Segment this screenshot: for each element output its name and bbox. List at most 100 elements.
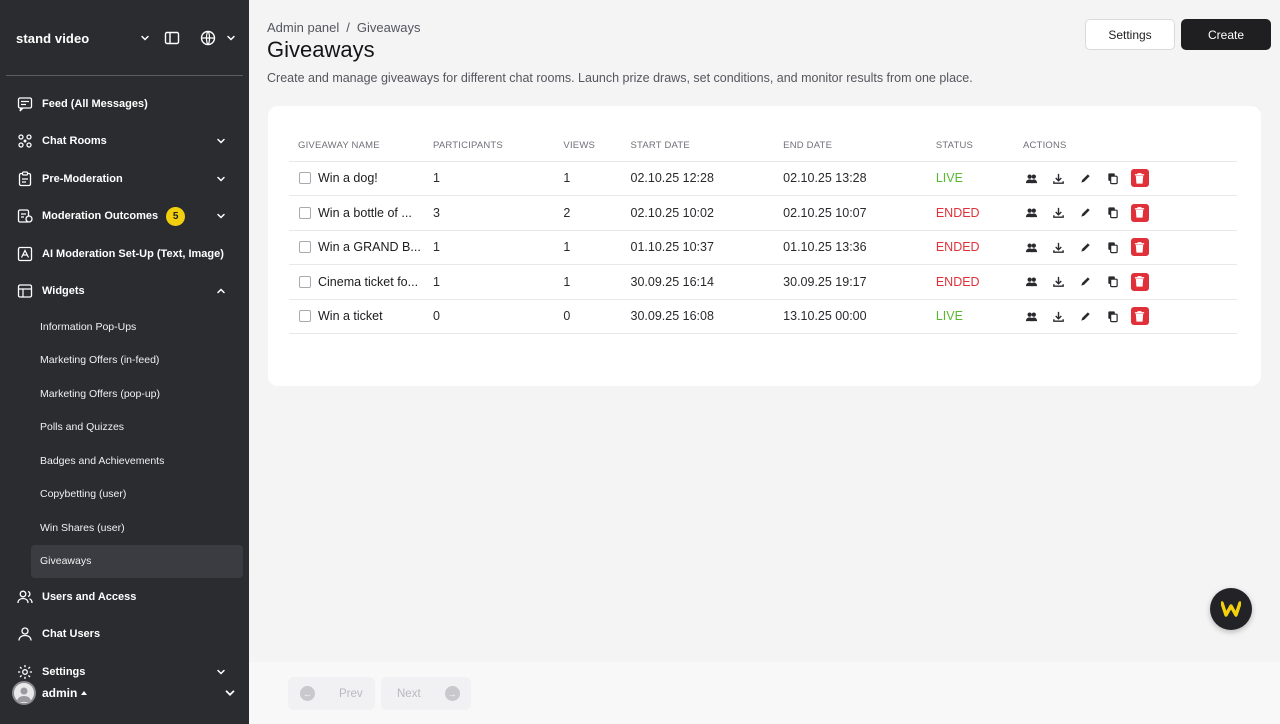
- sidebar-subitem-information-popups[interactable]: Information Pop-Ups: [0, 310, 249, 344]
- sidebar-item-chat-rooms[interactable]: Chat Rooms: [0, 123, 249, 161]
- workspace-chevron-icon[interactable]: [139, 32, 151, 44]
- participants-icon[interactable]: [1023, 273, 1041, 291]
- duplicate-icon[interactable]: [1104, 307, 1122, 325]
- delete-icon[interactable]: [1130, 307, 1149, 326]
- cell-giveaway-name: Cinema ticket fo...: [289, 264, 424, 300]
- table-row[interactable]: Win a GRAND B... 1 1 01.10.25 10:37 01.10.25…: [289, 230, 1237, 265]
- giveaway-name[interactable]: Win a GRAND B...: [318, 240, 421, 254]
- row-checkbox[interactable]: [299, 310, 311, 323]
- sidebar-item-label: Chat Rooms: [42, 135, 107, 148]
- column-header-views[interactable]: VIEWS: [554, 131, 622, 162]
- edit-icon[interactable]: [1077, 204, 1095, 222]
- sidebar-nav: Feed (All Messages) Chat Rooms Pre-Moder…: [0, 85, 249, 691]
- participants-icon[interactable]: [1023, 238, 1041, 256]
- sidebar-subitem-giveaways[interactable]: Giveaways: [31, 544, 243, 578]
- breadcrumb-link-admin-panel[interactable]: Admin panel: [267, 20, 339, 35]
- edit-icon[interactable]: [1077, 169, 1095, 187]
- chat-widget-launcher[interactable]: [1210, 588, 1252, 630]
- sidebar-subitem-win-shares[interactable]: Win Shares (user): [0, 511, 249, 545]
- column-header-name[interactable]: GIVEAWAY NAME: [289, 131, 424, 162]
- prev-page-button[interactable]: ← Prev: [288, 677, 375, 710]
- sidebar-item-widgets[interactable]: Widgets: [0, 273, 249, 311]
- cell-end-date: 30.09.25 19:17: [774, 264, 927, 300]
- row-checkbox[interactable]: [299, 241, 311, 254]
- table-row[interactable]: Win a dog! 1 1 02.10.25 12:28 02.10.25 13:28…: [289, 161, 1237, 196]
- sidebar-item-chat-users[interactable]: Chat Users: [0, 616, 249, 654]
- outcomes-icon: [16, 207, 34, 225]
- edit-icon[interactable]: [1077, 238, 1095, 256]
- sidebar-item-feed[interactable]: Feed (All Messages): [0, 85, 249, 123]
- edit-icon[interactable]: [1077, 273, 1095, 291]
- breadcrumb-current: Giveaways: [356, 20, 421, 35]
- column-header-participants[interactable]: PARTICIPANTS: [424, 131, 555, 162]
- column-header-start-date[interactable]: START DATE: [621, 131, 775, 162]
- chevron-down-icon: [215, 173, 227, 185]
- sidebar-item-ai-moderation[interactable]: AI Moderation Set-Up (Text, Image): [0, 235, 249, 273]
- cell-actions: [1013, 230, 1237, 265]
- sidebar-subitem-label: Copybetting (user): [40, 488, 127, 501]
- download-icon[interactable]: [1050, 204, 1068, 222]
- sidebar-divider: [6, 75, 243, 76]
- giveaway-name[interactable]: Win a ticket: [318, 309, 383, 323]
- download-icon[interactable]: [1050, 307, 1068, 325]
- user-name: admin: [42, 686, 78, 700]
- participants-icon[interactable]: [1023, 307, 1041, 325]
- duplicate-icon[interactable]: [1104, 273, 1122, 291]
- cell-start-date: 01.10.25 10:37: [621, 230, 775, 265]
- sidebar-subitem-label: Marketing Offers (in-feed): [40, 354, 160, 367]
- table-row[interactable]: Win a ticket 0 0 30.09.25 16:08 13.10.25 00:…: [289, 299, 1237, 334]
- sidebar-subitem-copybetting[interactable]: Copybetting (user): [0, 478, 249, 512]
- cell-giveaway-name: Win a bottle of ...: [289, 195, 424, 231]
- user-menu[interactable]: admin: [12, 681, 237, 705]
- sidebar-item-label: Moderation Outcomes: [42, 210, 159, 223]
- participants-icon[interactable]: [1023, 204, 1041, 222]
- giveaway-name[interactable]: Cinema ticket fo...: [318, 275, 418, 289]
- download-icon[interactable]: [1050, 169, 1068, 187]
- duplicate-icon[interactable]: [1104, 238, 1122, 256]
- sidebar-item-pre-moderation[interactable]: Pre-Moderation: [0, 160, 249, 198]
- cell-views: 1: [554, 161, 622, 196]
- giveaway-name[interactable]: Win a bottle of ...: [318, 206, 412, 220]
- column-header-status[interactable]: STATUS: [926, 131, 1014, 162]
- column-header-end-date[interactable]: END DATE: [774, 131, 927, 162]
- row-checkbox[interactable]: [299, 275, 311, 288]
- chevron-up-icon: [215, 285, 227, 297]
- delete-icon[interactable]: [1130, 203, 1149, 222]
- globe-icon[interactable]: [199, 29, 217, 47]
- duplicate-icon[interactable]: [1104, 204, 1122, 222]
- giveaway-name[interactable]: Win a dog!: [318, 171, 378, 185]
- settings-button[interactable]: Settings: [1085, 19, 1175, 50]
- participants-icon[interactable]: [1023, 169, 1041, 187]
- create-button[interactable]: Create: [1181, 19, 1271, 50]
- sidebar-item-label: Widgets: [42, 285, 85, 298]
- user-icon: [16, 625, 34, 643]
- sidebar-subitem-polls-quizzes[interactable]: Polls and Quizzes: [0, 411, 249, 445]
- chevron-down-icon: [215, 210, 227, 222]
- table-header-row: GIVEAWAY NAME PARTICIPANTS VIEWS START D…: [289, 131, 1237, 162]
- table-row[interactable]: Cinema ticket fo... 1 1 30.09.25 16:14 30.09…: [289, 264, 1237, 300]
- sidebar-subitem-marketing-offers-popup[interactable]: Marketing Offers (pop-up): [0, 377, 249, 411]
- sidebar-item-moderation-outcomes[interactable]: Moderation Outcomes 5: [0, 198, 249, 236]
- sidebar-subitem-marketing-offers-in-feed[interactable]: Marketing Offers (in-feed): [0, 344, 249, 378]
- edit-icon[interactable]: [1077, 307, 1095, 325]
- table-row[interactable]: Win a bottle of ... 3 2 02.10.25 10:02 02.10…: [289, 195, 1237, 231]
- language-chevron-icon[interactable]: [225, 32, 237, 44]
- sidebar-toggle-icon[interactable]: [163, 29, 181, 47]
- sidebar-item-users-access[interactable]: Users and Access: [0, 578, 249, 616]
- duplicate-icon[interactable]: [1104, 169, 1122, 187]
- sidebar-subitem-badges[interactable]: Badges and Achievements: [0, 444, 249, 478]
- widgets-icon: [16, 282, 34, 300]
- row-checkbox[interactable]: [299, 172, 311, 185]
- cell-actions: [1013, 195, 1237, 231]
- sidebar-item-label: Pre-Moderation: [42, 172, 123, 185]
- row-checkbox[interactable]: [299, 206, 311, 219]
- chevron-down-icon[interactable]: [223, 686, 237, 700]
- delete-icon[interactable]: [1130, 238, 1149, 257]
- next-page-button[interactable]: Next →: [381, 677, 471, 710]
- status-badge: ENDED: [926, 230, 1014, 265]
- delete-icon[interactable]: [1130, 169, 1149, 188]
- chevron-down-icon: [215, 135, 227, 147]
- download-icon[interactable]: [1050, 238, 1068, 256]
- download-icon[interactable]: [1050, 273, 1068, 291]
- delete-icon[interactable]: [1130, 272, 1149, 291]
